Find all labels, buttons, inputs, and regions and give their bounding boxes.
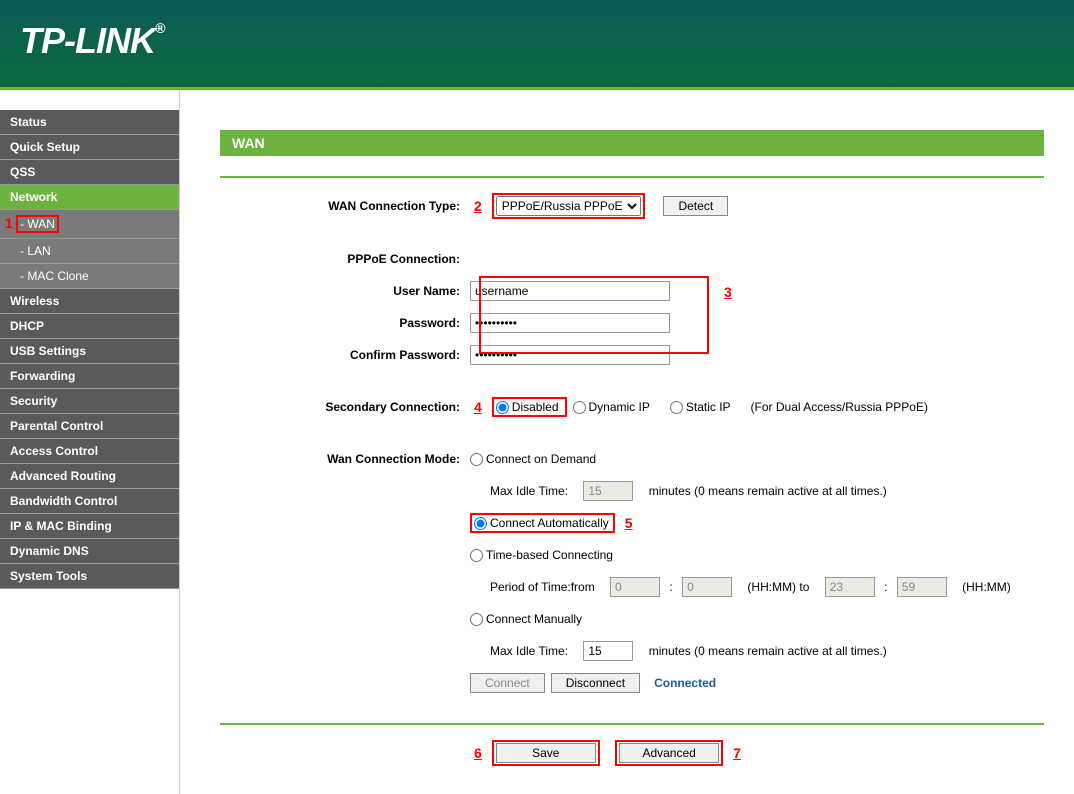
sidebar-wireless[interactable]: Wireless	[0, 289, 179, 314]
wan-conn-type-select[interactable]: PPPoE/Russia PPPoE	[496, 196, 641, 216]
marker-1: 1	[5, 215, 13, 231]
divider-bottom	[220, 723, 1044, 725]
sidebar-sub-lan[interactable]: - LAN	[0, 239, 179, 264]
sidebar-qss[interactable]: QSS	[0, 160, 179, 185]
label-max-idle-2: Max Idle Time:	[490, 644, 568, 658]
divider	[220, 176, 1044, 178]
hhmm-to: (HH:MM) to	[747, 580, 809, 594]
radio-time-based[interactable]	[470, 549, 483, 562]
label-conn-type: WAN Connection Type:	[220, 199, 470, 213]
label-confirm-password: Confirm Password:	[220, 348, 470, 362]
sidebar-sub-mac-clone[interactable]: - MAC Clone	[0, 264, 179, 289]
time-to-h	[825, 577, 875, 597]
sidebar-ip-mac[interactable]: IP & MAC Binding	[0, 514, 179, 539]
max-idle-input-2[interactable]	[583, 641, 633, 661]
sidebar-bandwidth[interactable]: Bandwidth Control	[0, 489, 179, 514]
page-title: WAN	[220, 130, 1044, 156]
radio-connect-auto[interactable]	[474, 517, 487, 530]
content-area: WAN WAN Connection Type: 2 PPPoE/Russia …	[180, 90, 1074, 794]
radio-dynamic-ip[interactable]	[573, 401, 586, 414]
hint-minutes-1: minutes (0 means remain active at all ti…	[649, 484, 887, 498]
logo: TP-LINK®	[20, 20, 164, 61]
marker-5: 5	[625, 515, 633, 531]
sidebar-forwarding[interactable]: Forwarding	[0, 364, 179, 389]
sidebar-usb[interactable]: USB Settings	[0, 339, 179, 364]
radio-static-ip[interactable]	[670, 401, 683, 414]
time-from-h	[610, 577, 660, 597]
hint-minutes-2: minutes (0 means remain active at all ti…	[649, 644, 887, 658]
sidebar-sub-wan[interactable]: 1 - WAN	[0, 210, 179, 239]
label-username: User Name:	[220, 284, 470, 298]
sidebar: Status Quick Setup QSS Network 1 - WAN -…	[0, 90, 180, 794]
label-wan-mode: Wan Connection Mode:	[220, 452, 470, 466]
marker-2: 2	[474, 198, 482, 214]
sidebar-dhcp[interactable]: DHCP	[0, 314, 179, 339]
sidebar-adv-routing[interactable]: Advanced Routing	[0, 464, 179, 489]
marker-6: 6	[474, 745, 482, 761]
time-from-m	[682, 577, 732, 597]
radio-connect-manual[interactable]	[470, 613, 483, 626]
sidebar-network[interactable]: Network	[0, 185, 179, 210]
sidebar-security[interactable]: Security	[0, 389, 179, 414]
marker-3: 3	[724, 284, 732, 300]
max-idle-input-1	[583, 481, 633, 501]
sidebar-system[interactable]: System Tools	[0, 564, 179, 589]
hhmm: (HH:MM)	[962, 580, 1011, 594]
radio-disabled[interactable]	[496, 401, 509, 414]
disconnect-button[interactable]: Disconnect	[551, 673, 640, 693]
label-period-from: Period of Time:from	[490, 580, 595, 594]
label-pppoe-conn: PPPoE Connection:	[220, 252, 470, 266]
marker-4: 4	[474, 399, 482, 415]
main-container: Status Quick Setup QSS Network 1 - WAN -…	[0, 90, 1074, 794]
dual-access-hint: (For Dual Access/Russia PPPoE)	[751, 400, 928, 414]
sidebar-access[interactable]: Access Control	[0, 439, 179, 464]
save-button[interactable]: Save	[496, 743, 596, 763]
connection-status: Connected	[654, 676, 716, 690]
advanced-button[interactable]: Advanced	[619, 743, 719, 763]
radio-connect-demand[interactable]	[470, 453, 483, 466]
label-max-idle-1: Max Idle Time:	[490, 484, 568, 498]
sidebar-parental[interactable]: Parental Control	[0, 414, 179, 439]
sidebar-quick-setup[interactable]: Quick Setup	[0, 135, 179, 160]
detect-button[interactable]: Detect	[663, 196, 728, 216]
label-secondary-conn: Secondary Connection:	[220, 400, 470, 414]
sidebar-ddns[interactable]: Dynamic DNS	[0, 539, 179, 564]
sidebar-status[interactable]: Status	[0, 110, 179, 135]
time-to-m	[897, 577, 947, 597]
connect-button: Connect	[470, 673, 545, 693]
label-password: Password:	[220, 316, 470, 330]
header: TP-LINK®	[0, 0, 1074, 90]
marker-7: 7	[733, 745, 741, 761]
